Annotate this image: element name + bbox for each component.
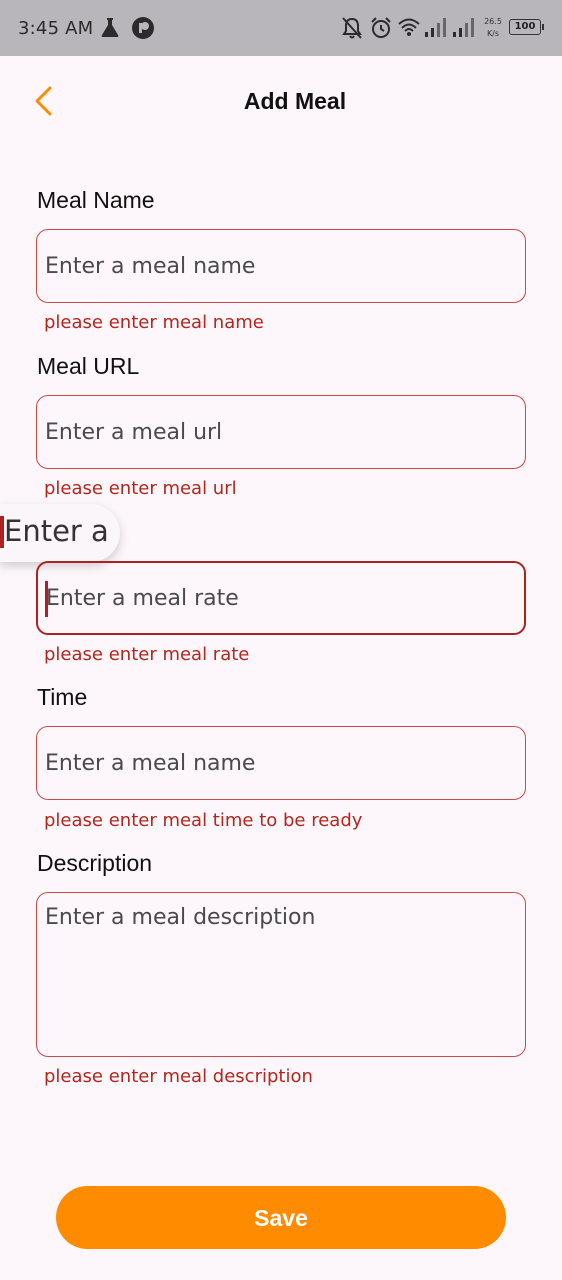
battery-icon: 100 [509,19,544,35]
meal-name-error: please enter meal name [44,312,264,333]
magnifier-text: Enter a r [4,514,120,548]
alarm-icon [371,17,391,38]
meal-url-field[interactable] [36,395,526,469]
wifi-icon [398,18,420,36]
description-input[interactable] [45,905,515,1045]
notifications-off-icon [342,17,362,39]
meal-url-error: please enter meal url [44,478,237,499]
description-field[interactable] [36,892,526,1057]
text-magnifier: Enter a r [0,504,120,562]
meal-rate-field[interactable] [36,561,526,635]
network-speed-value: 26.5 [484,17,502,26]
meal-rate-input[interactable] [46,563,516,633]
signal-icon [425,18,446,37]
time-input[interactable] [45,727,515,799]
network-speed-unit: K/s [486,29,500,38]
time-error: please enter meal time to be ready [44,810,363,831]
description-label: Description [37,850,153,876]
meal-url-input[interactable] [45,396,515,468]
status-time: 3:45 AM [18,18,94,39]
meal-url-label: Meal URL [37,353,140,379]
time-label: Time [37,684,88,710]
meal-name-input[interactable] [45,230,515,302]
meal-name-field[interactable] [36,229,526,303]
app-circle-icon [132,17,154,39]
time-field[interactable] [36,726,526,800]
signal-icon-2 [453,18,474,37]
meal-rate-error: please enter meal rate [44,644,250,665]
network-speed: 26.5 K/s [482,16,504,40]
flask-icon [101,18,119,37]
page-title: Add Meal [243,88,347,114]
battery-level: 100 [514,21,536,32]
save-button[interactable]: Save [56,1186,506,1249]
status-bar: 3:45 AM 26.5 K/s 100 [0,0,562,56]
description-error: please enter meal description [44,1066,313,1087]
meal-name-label: Meal Name [37,187,155,213]
